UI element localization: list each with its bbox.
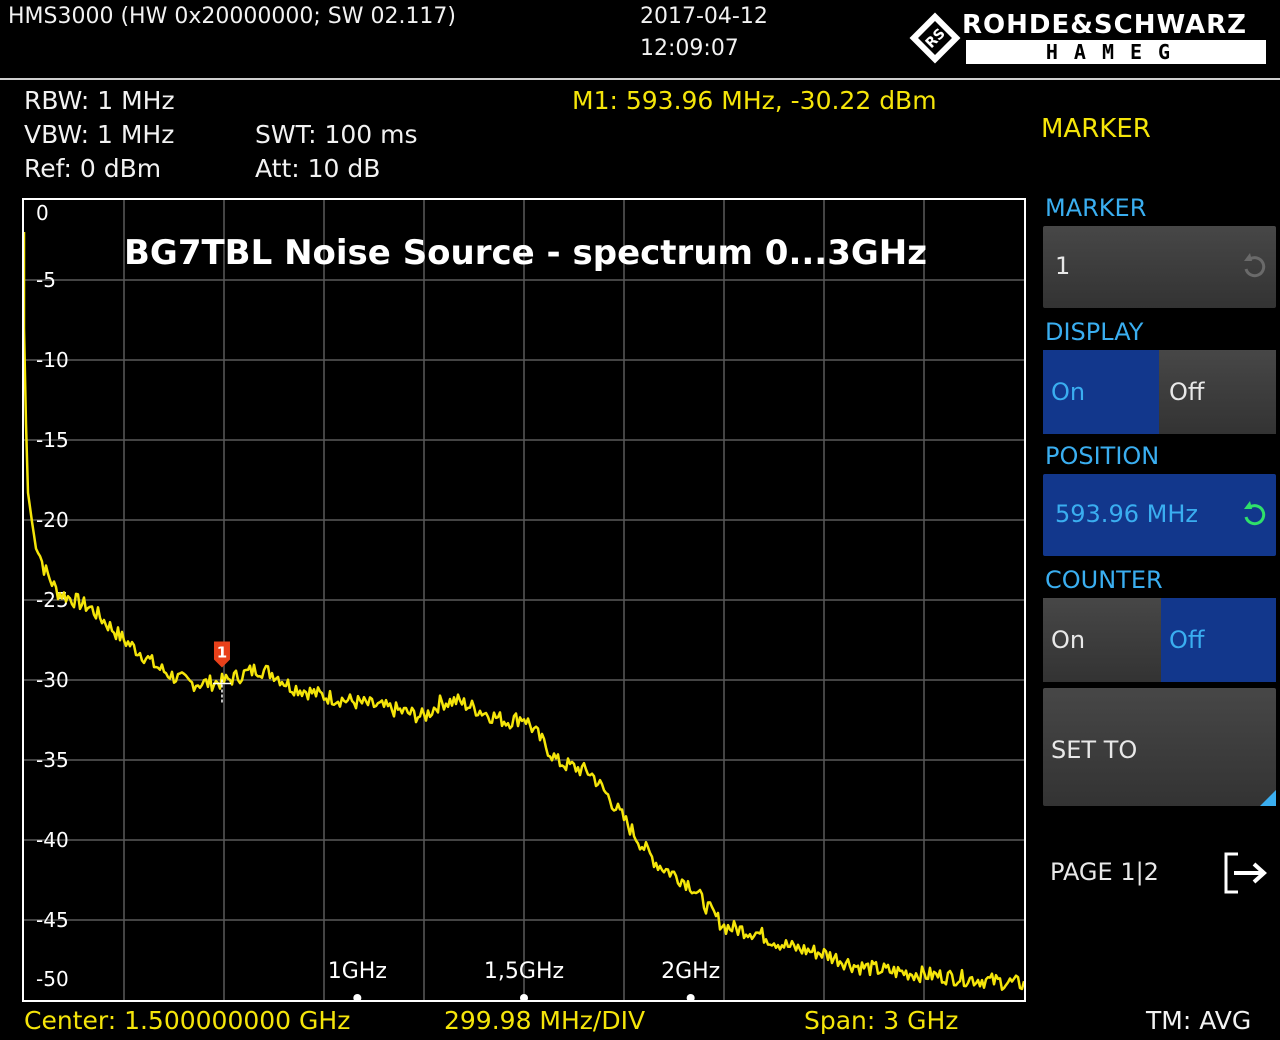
ref-level-setting: Ref: 0 dBm [24, 154, 162, 183]
menu-page-indicator: PAGE 1|2 [1050, 858, 1159, 886]
plot-title: BG7TBL Noise Source - spectrum 0...3GHz [124, 233, 927, 273]
brand-sub-logo: HAMEG [966, 40, 1266, 64]
y-tick-label: -10 [36, 348, 69, 372]
softkey-counter-toggle[interactable]: On Off [1043, 598, 1276, 682]
display-off-option[interactable]: Off [1161, 350, 1276, 434]
next-page-icon[interactable] [1222, 850, 1270, 896]
rotary-knob-icon [1244, 253, 1266, 278]
y-tick-label: -5 [36, 268, 56, 292]
marker-group: 1 [212, 641, 231, 704]
y-tick-label: -35 [36, 748, 69, 772]
y-tick-label: -40 [36, 828, 69, 852]
device-info: HMS3000 (HW 0x20000000; SW 02.117) [8, 4, 457, 29]
vbw-setting: VBW: 1 MHz [24, 120, 175, 149]
softkey-position-label: POSITION [1045, 442, 1160, 470]
y-tick-label: -30 [36, 668, 69, 692]
softkey-display-toggle[interactable]: On Off [1043, 350, 1276, 434]
softkey-display-label: DISPLAY [1045, 318, 1144, 346]
x-marker-dot [686, 994, 695, 1000]
rotary-knob-active-icon [1244, 501, 1266, 526]
marker-flag-label: 1 [217, 644, 227, 662]
x-marker-label: 1GHz [328, 959, 387, 984]
counter-off-option[interactable]: Off [1161, 598, 1276, 682]
trace-mode: TM: AVG [1146, 1006, 1252, 1035]
set-to-label: SET TO [1051, 736, 1138, 764]
plot-grid [24, 200, 1024, 1000]
y-tick-label: -15 [36, 428, 69, 452]
sweep-time-setting: SWT: 100 ms [255, 120, 418, 149]
brand-sub-text: HAMEG [1045, 40, 1187, 64]
y-tick-label: -20 [36, 508, 69, 532]
submenu-corner-icon [1260, 790, 1276, 806]
x-marker-label: 1,5GHz [484, 959, 564, 984]
y-tick-label: 0 [36, 201, 49, 225]
marker-readout: M1: 593.96 MHz, -30.22 dBm [572, 86, 937, 115]
spectrum-svg: BG7TBL Noise Source - spectrum 0...3GHz … [24, 200, 1024, 1000]
spectrum-plot[interactable]: BG7TBL Noise Source - spectrum 0...3GHz … [22, 198, 1026, 1002]
x-marker-dot [353, 994, 362, 1000]
display-on-option[interactable]: On [1043, 350, 1159, 434]
span-setting: Span: 3 GHz [804, 1006, 959, 1035]
brand-name: ROHDE&SCHWARZ [962, 10, 1247, 40]
frequency-per-division: 299.98 MHz/DIV [444, 1006, 646, 1035]
softkey-position-input[interactable]: 593.96 MHz [1043, 474, 1276, 556]
attenuation-setting: Att: 10 dB [255, 154, 381, 183]
y-tick-label: -45 [36, 908, 69, 932]
x-marker-label: 2GHz [661, 959, 720, 984]
rs-diamond-icon: RS [909, 12, 961, 64]
rbw-setting: RBW: 1 MHz [24, 86, 175, 115]
time: 12:09:07 [640, 36, 739, 61]
softkey-counter-label: COUNTER [1045, 566, 1163, 594]
menu-title: MARKER [1041, 114, 1151, 144]
date: 2017-04-12 [640, 4, 768, 29]
position-value: 593.96 MHz [1055, 500, 1198, 528]
counter-on-option[interactable]: On [1043, 598, 1159, 682]
softkey-marker-select[interactable]: 1 [1043, 226, 1276, 308]
marker-number: 1 [1055, 252, 1071, 280]
softkey-set-to[interactable]: SET TO [1043, 688, 1276, 806]
softkey-marker-label: MARKER [1045, 194, 1147, 222]
center-frequency: Center: 1.500000000 GHz [24, 1006, 351, 1035]
x-marker-dot [520, 994, 528, 1000]
y-tick-label: -50 [36, 967, 69, 991]
